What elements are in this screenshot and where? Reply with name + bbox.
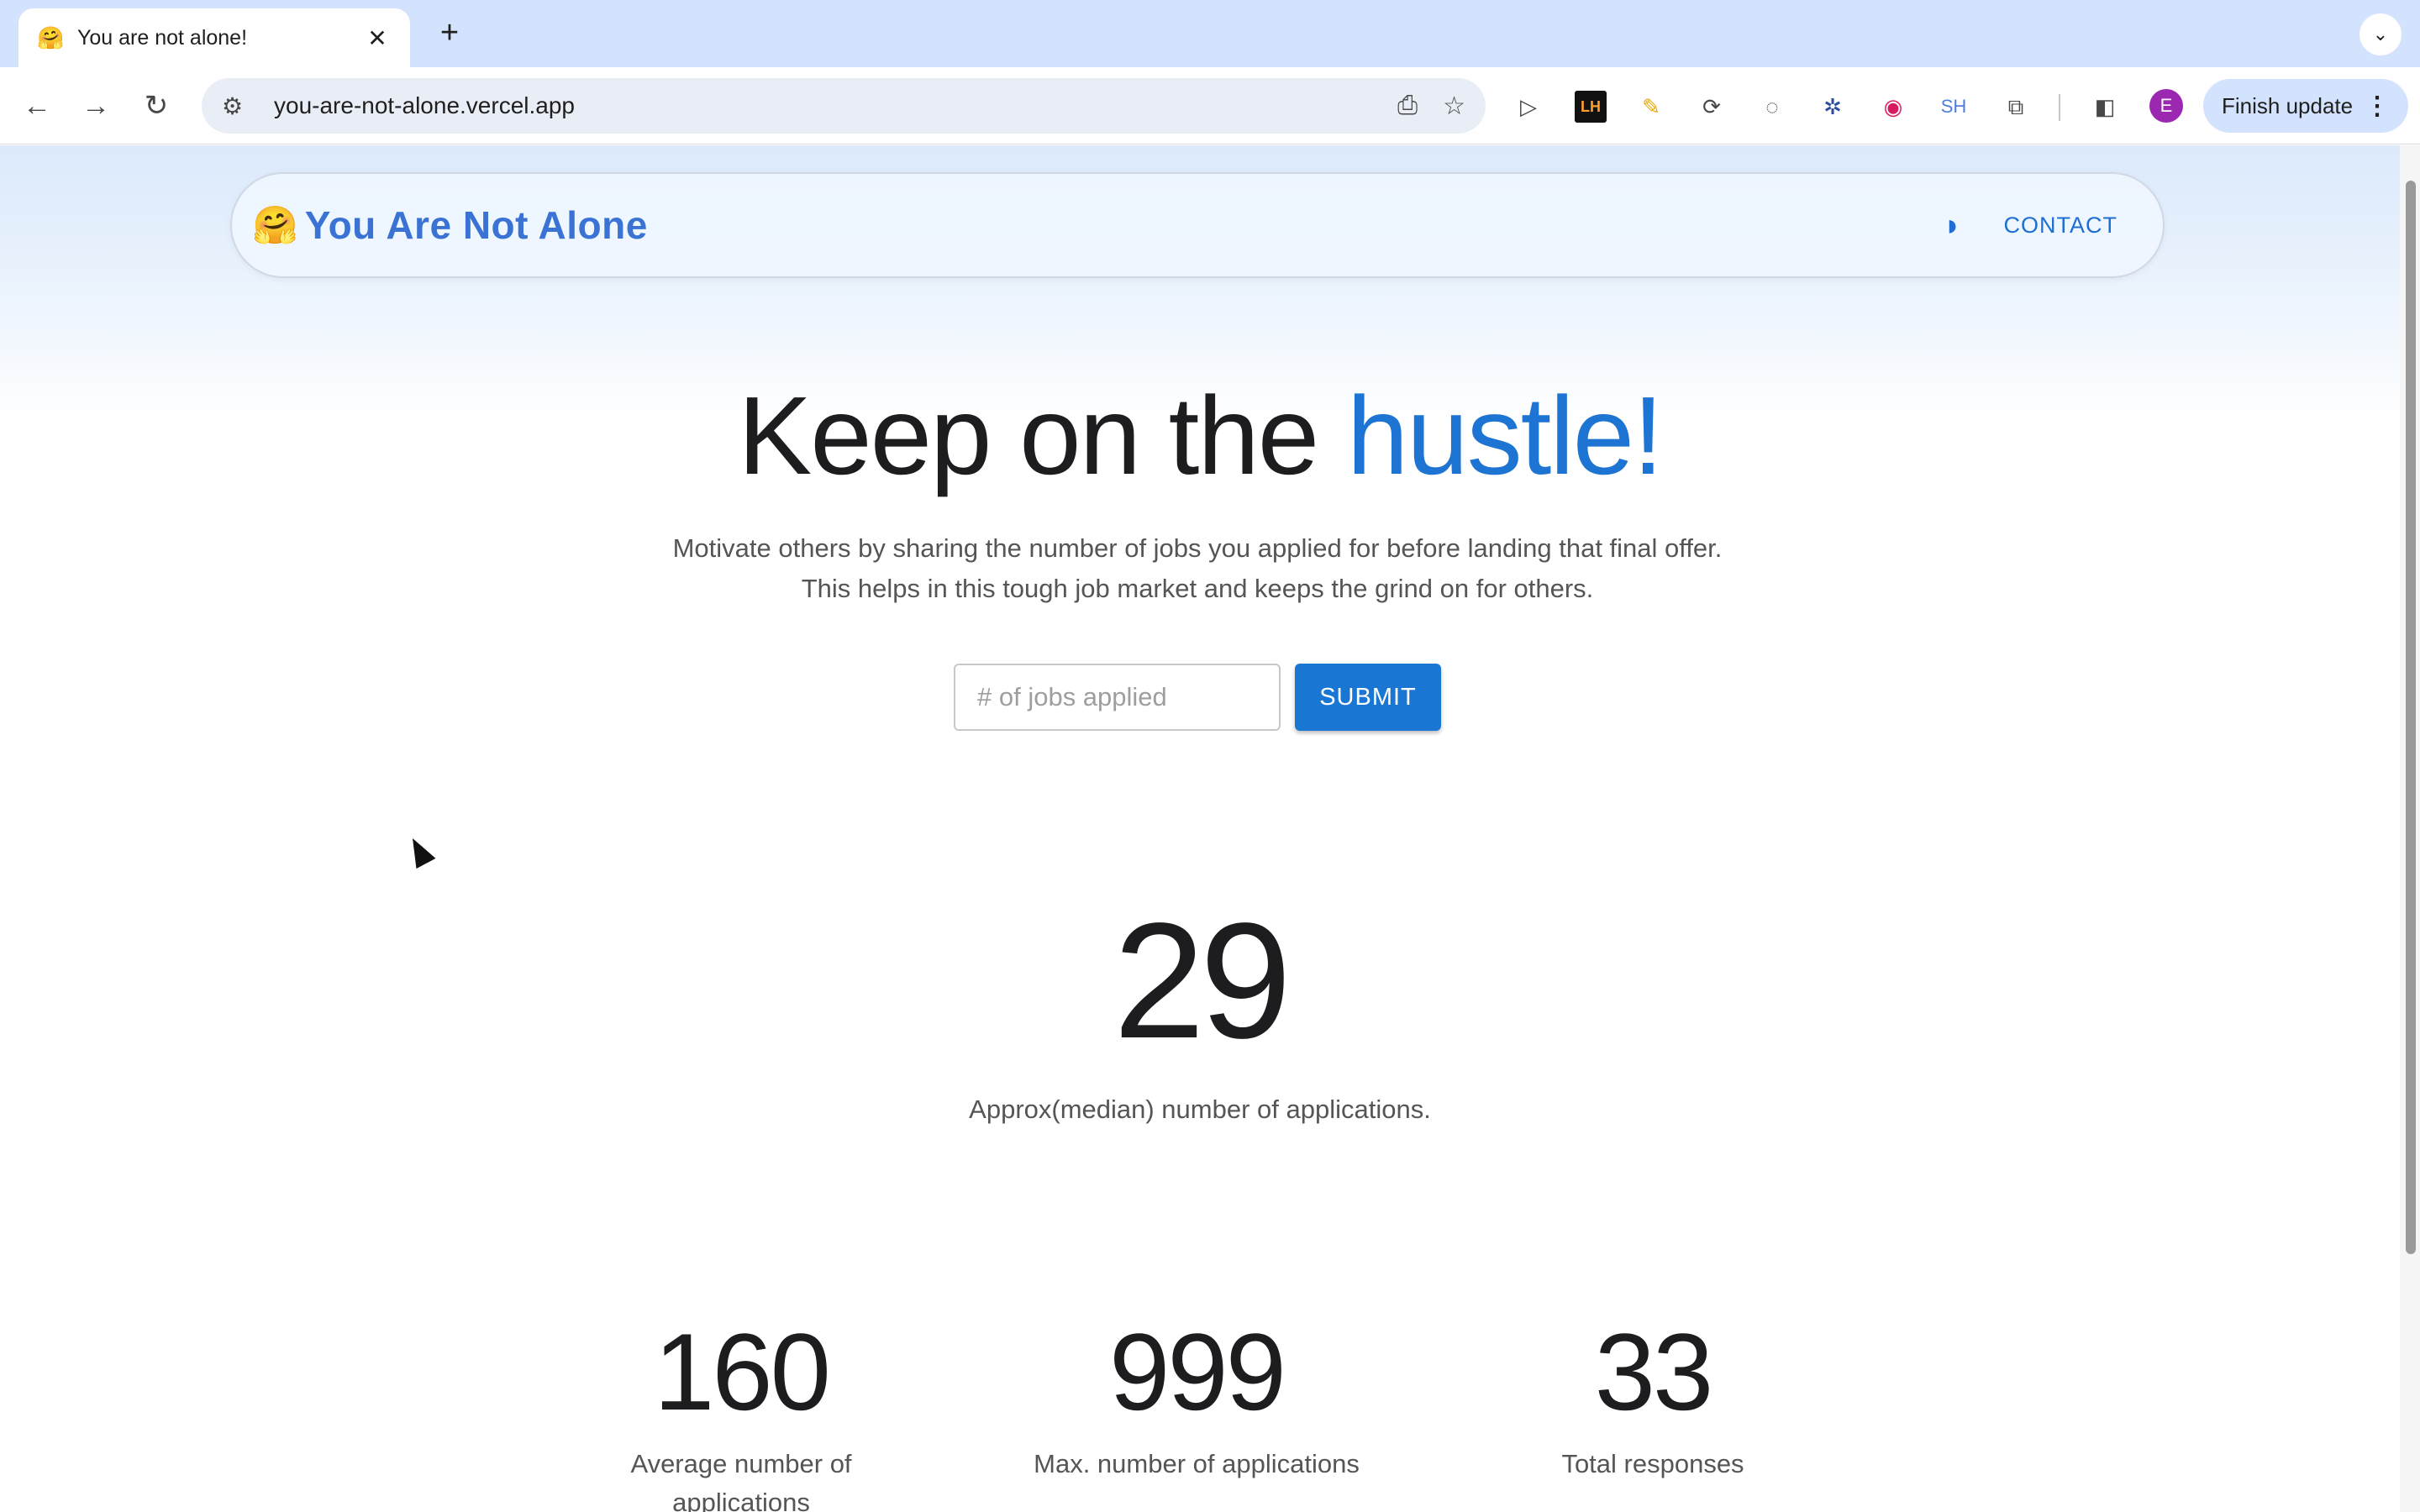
- install-app-icon[interactable]: ⎙: [1397, 92, 1418, 120]
- bookmark-star-icon[interactable]: ☆: [1443, 92, 1465, 121]
- tab-favicon-icon: 🤗: [37, 24, 65, 50]
- stat-label: Total responses: [1561, 1449, 1744, 1478]
- finish-update-label: Finish update: [2222, 92, 2354, 118]
- stat-value: 160: [654, 1310, 831, 1433]
- tab-search-chevron-icon[interactable]: ⌄: [2360, 13, 2402, 55]
- stat-label: Max. number of applications: [1034, 1449, 1360, 1478]
- forward-arrow-icon[interactable]: →: [76, 86, 116, 126]
- finish-update-button[interactable]: Finish update ⋮: [2203, 79, 2408, 133]
- submit-button[interactable]: SUBMIT: [1295, 664, 1441, 731]
- stat-total: 33 Total responses: [1434, 1309, 1871, 1483]
- record-extension-icon[interactable]: ◉: [1877, 91, 1909, 123]
- play-extension-icon[interactable]: ▷: [1512, 91, 1544, 123]
- tab-title: You are not alone!: [77, 25, 248, 50]
- sh-extension-icon[interactable]: SH: [1938, 91, 1970, 123]
- page-scrollbar[interactable]: [2400, 145, 2420, 1512]
- toolbar-separator: [2059, 94, 2060, 121]
- hug-emoji-icon: 🤗: [252, 205, 298, 246]
- hero-subtitle: Motivate others by sharing the number of…: [672, 533, 1723, 603]
- stat-label: Average number of applications: [630, 1449, 852, 1512]
- back-arrow-icon[interactable]: ←: [17, 86, 57, 126]
- close-tab-icon[interactable]: ✕: [363, 24, 392, 52]
- new-tab-icon[interactable]: +: [430, 13, 469, 52]
- url-text: you-are-not-alone.vercel.app: [274, 92, 575, 118]
- hero-title: Keep on the hustle!: [0, 372, 2400, 499]
- site-settings-icon[interactable]: ⚙: [222, 92, 255, 120]
- browser-toolbar: ← → ↻ ⚙ you-are-not-alone.vercel.app ⎙ ☆…: [0, 67, 2420, 144]
- stat-value: 33: [1594, 1310, 1714, 1433]
- stat-max: 999 Max. number of applications: [978, 1309, 1415, 1483]
- sync-extension-icon[interactable]: ⟳: [1696, 91, 1728, 123]
- page-viewport: 🤗 You Are Not Alone ◗ CONTACT Keep on th…: [0, 145, 2400, 1512]
- stat-value: 999: [1109, 1310, 1286, 1433]
- lh-extension-icon[interactable]: LH: [1575, 91, 1607, 123]
- tab-strip: 🤗 You are not alone! ✕ + ⌄: [0, 0, 2420, 67]
- more-menu-icon[interactable]: ⋮: [2365, 92, 2390, 121]
- hero-title-accent: hustle!: [1346, 374, 1664, 497]
- highlighter-extension-icon[interactable]: ✎: [1635, 91, 1667, 123]
- address-bar[interactable]: ⚙ you-are-not-alone.vercel.app ⎙ ☆: [202, 78, 1486, 134]
- code-extension-icon[interactable]: ◌: [1756, 91, 1788, 123]
- stat-average: 160 Average number of applications: [523, 1309, 960, 1512]
- profile-avatar[interactable]: E: [2149, 89, 2183, 123]
- dark-mode-toggle-icon[interactable]: ◗: [1944, 210, 1972, 240]
- site-navbar: 🤗 You Are Not Alone ◗ CONTACT: [230, 172, 2165, 278]
- contact-link[interactable]: CONTACT: [2004, 213, 2118, 239]
- gear-extension-icon[interactable]: ✲: [1817, 91, 1849, 123]
- extensions-puzzle-icon[interactable]: ⧉: [2000, 91, 2032, 123]
- side-panel-icon[interactable]: ◧: [2089, 91, 2121, 123]
- hero-title-prefix: Keep on the: [738, 374, 1347, 497]
- scrollbar-thumb[interactable]: [2406, 181, 2416, 1254]
- median-value: 29: [1113, 889, 1292, 1073]
- median-label: Approx(median) number of applications.: [969, 1095, 1431, 1124]
- site-brand[interactable]: You Are Not Alone: [305, 202, 648, 248]
- jobs-applied-input[interactable]: [954, 664, 1281, 731]
- reload-icon[interactable]: ↻: [136, 86, 176, 126]
- active-tab[interactable]: 🤗 You are not alone! ✕: [18, 8, 410, 67]
